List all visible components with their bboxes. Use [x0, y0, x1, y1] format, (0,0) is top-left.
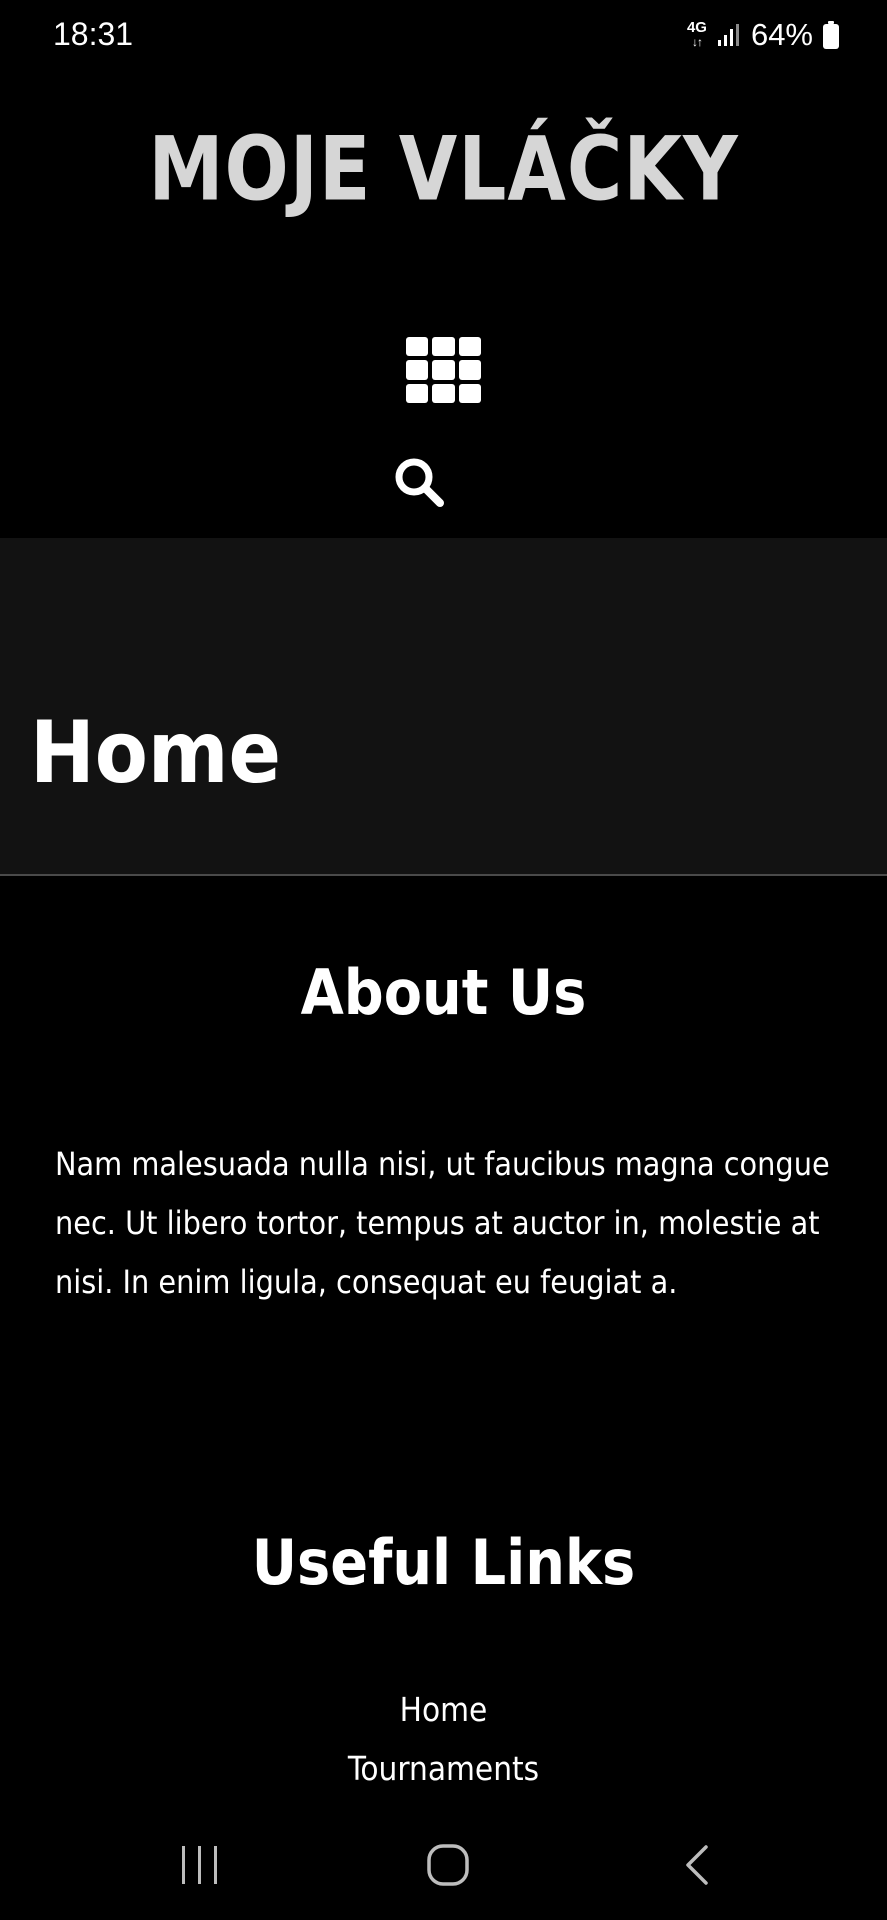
list-item: Tournaments	[0, 1744, 887, 1803]
about-heading: About Us	[300, 956, 587, 1029]
grid-menu-icon[interactable]	[406, 337, 481, 403]
grid-cell	[406, 337, 429, 357]
grid-cell	[406, 360, 429, 380]
back-button[interactable]	[642, 1830, 752, 1900]
network-type: 4G	[686, 19, 707, 36]
search-icon[interactable]	[392, 455, 448, 511]
recents-button[interactable]	[145, 1830, 255, 1900]
status-bar: 18:31 4G ↓↑ 64%	[0, 0, 887, 70]
grid-cell	[432, 337, 455, 357]
recents-icon	[182, 1846, 217, 1884]
grid-cell	[432, 383, 455, 403]
status-time: 18:31	[53, 16, 134, 52]
grid-cell	[458, 360, 481, 380]
grid-cell	[432, 360, 455, 380]
useful-links-list: Home Tournaments	[0, 1685, 887, 1803]
network-indicator: 4G ↓↑	[686, 19, 707, 49]
signal-icon	[717, 24, 739, 46]
list-item: Home	[0, 1685, 887, 1744]
page-hero: Home	[0, 538, 887, 876]
home-button[interactable]	[393, 1830, 503, 1900]
page-title: Home	[30, 703, 282, 803]
grid-cell	[406, 383, 429, 403]
useful-links-heading: Useful Links	[251, 1526, 636, 1599]
back-chevron-icon	[686, 1845, 708, 1885]
data-arrows-icon: ↓↑	[691, 35, 703, 49]
status-icons: 4G ↓↑ 64%	[687, 16, 839, 54]
site-title[interactable]: MOJE VLÁČKY	[0, 118, 887, 221]
system-nav-bar	[0, 1810, 887, 1920]
grid-cell	[458, 337, 481, 357]
about-text: Nam malesuada nulla nisi, ut faucibus ma…	[55, 1145, 830, 1301]
battery-icon	[823, 21, 839, 49]
link-tournaments[interactable]: Tournaments	[348, 1749, 539, 1788]
home-circle-icon	[427, 1844, 469, 1886]
grid-cell	[458, 383, 481, 403]
battery-percent: 64%	[750, 17, 813, 52]
link-home[interactable]: Home	[400, 1690, 488, 1729]
